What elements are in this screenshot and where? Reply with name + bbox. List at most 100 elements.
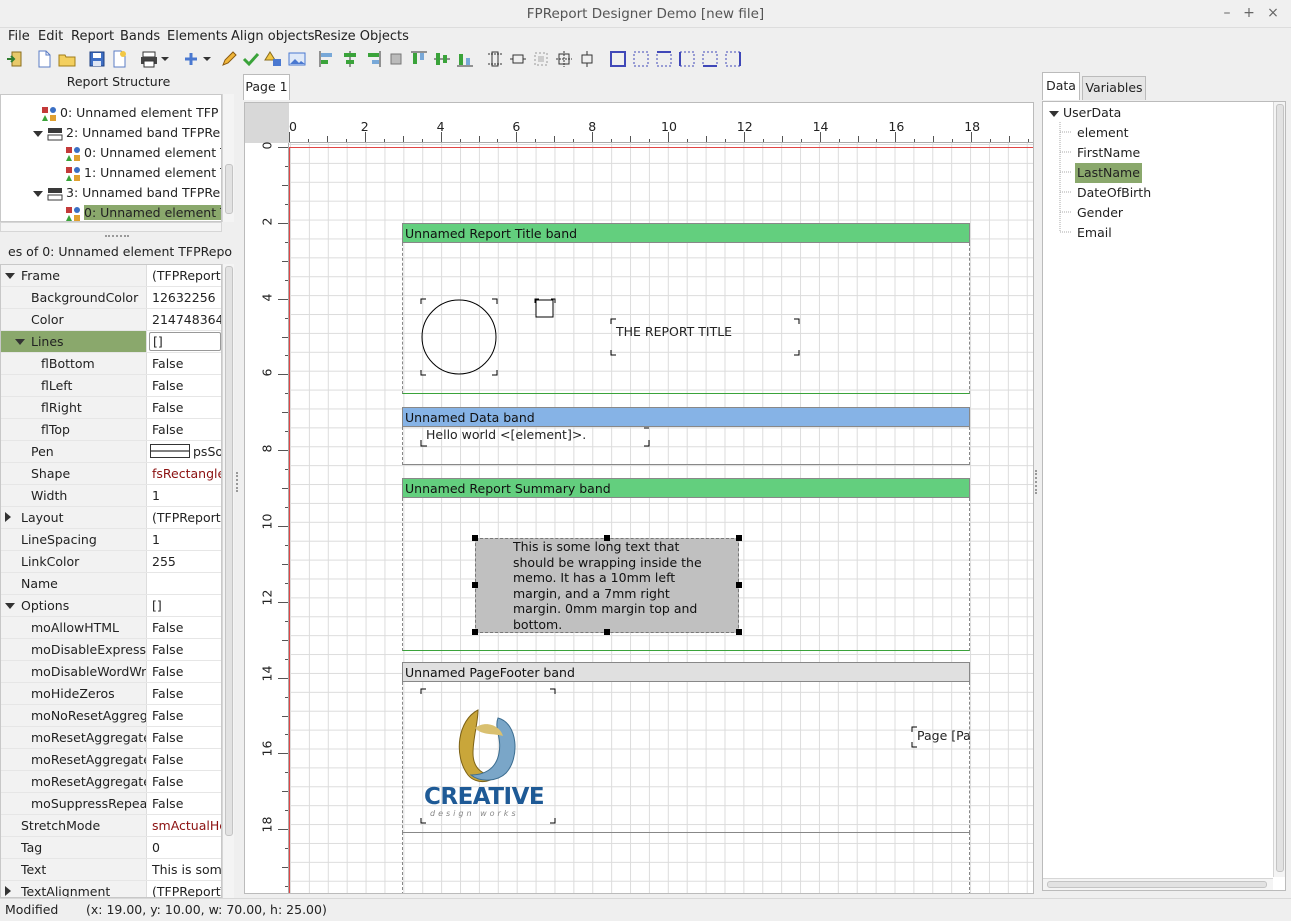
field-item-selected[interactable]: LastName (1075, 163, 1142, 183)
align-top-icon[interactable] (410, 50, 428, 68)
expand-arrow-icon[interactable] (1049, 110, 1059, 117)
shapes-icon[interactable] (264, 50, 282, 68)
expand-arrow-icon[interactable] (33, 130, 43, 137)
frame-bottom-icon[interactable] (701, 50, 719, 68)
property-value[interactable]: This is some (149, 859, 221, 880)
property-value[interactable]: (TFPReportTe (149, 881, 221, 897)
add-element-icon[interactable] (182, 50, 200, 68)
field-item[interactable]: FirstName (1077, 143, 1140, 163)
collapse-arrow-icon[interactable] (5, 273, 15, 279)
property-value[interactable]: False (149, 353, 221, 374)
property-value[interactable]: False (149, 771, 221, 792)
resize-fit-icon[interactable] (578, 50, 596, 68)
property-row[interactable]: Frame(TFPReportFr (1, 265, 221, 287)
report-title-textbox[interactable]: THE REPORT TITLE (610, 318, 800, 356)
resize-handle[interactable] (736, 535, 742, 541)
expand-arrow-icon[interactable] (5, 886, 11, 896)
new-report-icon[interactable] (35, 50, 53, 68)
property-value[interactable]: [] (149, 332, 221, 351)
property-value[interactable]: False (149, 661, 221, 682)
tree-item[interactable]: 3: Unnamed band TFPRepo (33, 183, 221, 203)
resize-handle[interactable] (472, 629, 478, 635)
property-value[interactable]: 1 (149, 485, 221, 506)
property-row[interactable]: moNoResetAggrega False (1, 705, 221, 727)
resize-handle[interactable] (472, 535, 478, 541)
property-row[interactable]: LinkColor 255 (1, 551, 221, 573)
property-row[interactable]: Text This is some (1, 859, 221, 881)
property-value[interactable]: (TFPReportLa (149, 507, 221, 528)
resize-handle[interactable] (604, 629, 610, 635)
tree-item[interactable]: 0: Unnamed element TFF (65, 143, 221, 163)
property-value[interactable]: 255 (149, 551, 221, 572)
property-value[interactable]: 0 (149, 837, 221, 858)
property-row[interactable]: LineSpacing 1 (1, 529, 221, 551)
frame-left-icon[interactable] (678, 50, 696, 68)
open-report-icon[interactable] (58, 50, 76, 68)
property-row[interactable]: PenpsSol (1, 441, 221, 463)
splitter-handle[interactable] (1035, 470, 1038, 494)
align-hcenter-icon[interactable] (341, 50, 359, 68)
property-value[interactable]: 12632256 (149, 287, 221, 308)
property-value[interactable]: False (149, 375, 221, 396)
tree-item[interactable]: 2: Unnamed band TFPRepo (33, 123, 221, 143)
hello-world-textbox[interactable]: Hello world <[element]>. (420, 427, 650, 447)
property-value[interactable]: [] (149, 595, 221, 616)
tree-item[interactable]: 1: Unnamed element TFF (65, 163, 221, 183)
close-button[interactable]: × (1264, 5, 1282, 21)
property-scrollbar[interactable] (222, 264, 234, 898)
save-icon[interactable] (88, 50, 106, 68)
field-item[interactable]: Email (1077, 223, 1112, 243)
menu-elements[interactable]: Elements (167, 29, 228, 44)
property-row[interactable]: Options[] (1, 595, 221, 617)
page-footer-band-header[interactable]: Unnamed PageFooter band (402, 662, 970, 682)
property-row[interactable]: Color2147483648 (1, 309, 221, 331)
tab-variables[interactable]: Variables (1082, 76, 1146, 100)
field-item[interactable]: element (1077, 123, 1129, 143)
logo-image[interactable]: CREATIVE design works (420, 688, 556, 824)
pencil-icon[interactable] (220, 50, 238, 68)
data-band[interactable]: Hello world <[element]>. (402, 427, 970, 465)
property-row[interactable]: flTop False (1, 419, 221, 441)
align-vcenter-icon[interactable] (433, 50, 451, 68)
expand-arrow-icon[interactable] (33, 190, 43, 197)
resize-handle[interactable] (604, 535, 610, 541)
page-footer-band[interactable]: CREATIVE design works Page [Pa (402, 682, 971, 833)
property-value[interactable]: False (149, 639, 221, 660)
property-row[interactable]: Lines[] (1, 331, 221, 353)
report-title-band[interactable]: THE REPORT TITLE (402, 243, 970, 394)
property-row[interactable]: Tag 0 (1, 837, 221, 859)
menu-bands[interactable]: Bands (120, 29, 160, 44)
property-row[interactable]: flLeft False (1, 375, 221, 397)
property-value[interactable]: 2147483648 (149, 309, 221, 330)
field-item[interactable]: DateOfBirth (1077, 183, 1151, 203)
resize-handle[interactable] (472, 582, 478, 588)
property-row[interactable]: Width 1 (1, 485, 221, 507)
field-item[interactable]: Gender (1077, 203, 1123, 223)
tree-item-selected[interactable]: 0: Unnamed element TFF (65, 203, 221, 221)
circle-shape[interactable] (420, 298, 498, 376)
property-row[interactable]: moSuppressRepeate False (1, 793, 221, 815)
menu-report[interactable]: Report (71, 29, 114, 44)
same-width-icon[interactable] (486, 50, 504, 68)
splitter-handle[interactable] (105, 235, 129, 238)
splitter-handle[interactable] (236, 472, 239, 492)
align-bottom-icon[interactable] (456, 50, 474, 68)
minimize-button[interactable]: – (1218, 5, 1236, 21)
align-frame-icon[interactable] (387, 50, 405, 68)
expand-arrow-icon[interactable] (5, 512, 11, 522)
property-row[interactable]: moResetAggregateC False (1, 727, 221, 749)
image-icon[interactable] (288, 50, 306, 68)
property-value[interactable]: False (149, 617, 221, 638)
property-row[interactable]: Name (1, 573, 221, 595)
menu-file[interactable]: File (8, 29, 30, 44)
property-row[interactable]: Shape fsRectangle (1, 463, 221, 485)
property-value[interactable]: False (149, 793, 221, 814)
summary-band[interactable]: This is some long text that should be wr… (402, 498, 970, 651)
tab-page-1[interactable]: Page 1 (243, 74, 290, 100)
collapse-arrow-icon[interactable] (15, 339, 25, 345)
property-value[interactable] (149, 573, 221, 594)
property-row[interactable]: moDisableWordWra False (1, 661, 221, 683)
frame-top-icon[interactable] (655, 50, 673, 68)
property-value[interactable]: False (149, 419, 221, 440)
chevron-down-icon[interactable] (160, 50, 170, 68)
